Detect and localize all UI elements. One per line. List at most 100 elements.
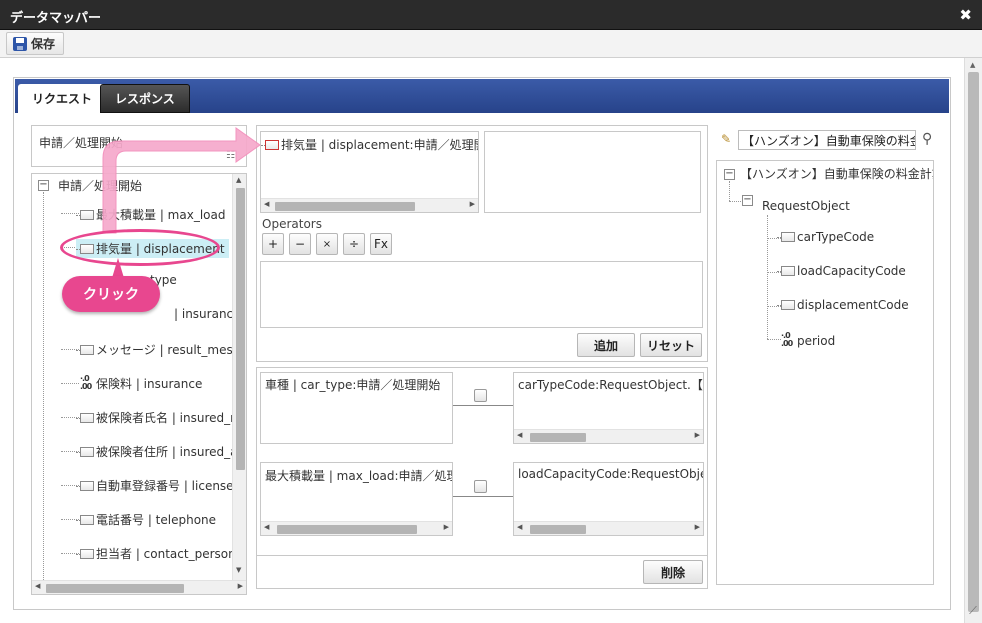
mapping-checkbox[interactable] (474, 480, 487, 493)
source-tree-vscroll[interactable]: ▲ ▼ (232, 174, 246, 580)
mapping-target-hscroll-thumb[interactable] (530, 525, 586, 534)
target-search-input[interactable]: 【ハンズオン】自動車保険の料金計 (738, 130, 916, 150)
tree-line (767, 238, 781, 239)
scroll-right-arrow-icon[interactable]: ▶ (238, 582, 243, 590)
minus-operator-button[interactable]: − (289, 233, 311, 255)
scroll-left-arrow-icon[interactable]: ◀ (517, 431, 522, 439)
pencil-icon[interactable]: ✎ (721, 132, 731, 146)
main-scrollbar-thumb[interactable] (968, 72, 979, 612)
mapping-source-hscroll[interactable]: ◀ ▶ (261, 521, 452, 535)
expression-box[interactable]: 排気量 | displacement:申請／処理開始 ◀ ▶ (260, 131, 479, 213)
tree-line (767, 215, 768, 339)
tab-request[interactable]: リクエスト (18, 84, 107, 113)
scroll-up-arrow-icon[interactable]: ▲ (236, 176, 241, 184)
mapping-source[interactable]: 車種 | car_type:申請／処理開始 (260, 372, 453, 444)
window-titlebar: データマッパー ✖ (0, 0, 982, 30)
target-tree-root[interactable]: 【ハンズオン】自動車保険の料金計算 (740, 165, 933, 182)
formula-textarea[interactable] (260, 261, 703, 328)
reset-button[interactable]: リセット (640, 333, 702, 357)
scroll-left-arrow-icon[interactable]: ◀ (35, 582, 40, 590)
source-item[interactable]: メッセージ | result_message (76, 341, 246, 358)
tree-line (729, 201, 743, 202)
target-item[interactable]: loadCapacityCode (777, 264, 906, 278)
source-item[interactable]: 自動車登録番号 | license_ (76, 477, 240, 494)
add-button[interactable]: 追加 (577, 333, 635, 357)
field-icon (76, 481, 94, 491)
function-operator-button[interactable]: Fx (370, 233, 392, 255)
plus-operator-button[interactable]: + (262, 233, 284, 255)
operators-label: Operators (262, 217, 322, 231)
number-icon: ·.0.00 (80, 374, 92, 391)
scroll-right-arrow-icon[interactable]: ▶ (470, 200, 475, 208)
main-scrollbar[interactable]: ▲ (964, 58, 982, 623)
source-item[interactable]: 担当者 | contact_personname (76, 545, 246, 562)
save-button-label: 保存 (31, 37, 56, 51)
collapse-icon[interactable]: − (38, 180, 49, 191)
scroll-right-arrow-icon[interactable]: ▶ (695, 431, 700, 439)
source-header: 申請／処理開始 (39, 136, 124, 150)
expression-target-box[interactable] (484, 131, 701, 213)
target-object[interactable]: RequestObject (762, 199, 850, 213)
source-item[interactable]: 被保険者住所 | insured_address (76, 443, 246, 460)
field-icon (76, 515, 94, 525)
magnifier-icon[interactable]: ⚲ (922, 131, 932, 147)
scroll-right-arrow-icon[interactable]: ▶ (444, 523, 449, 531)
delete-button[interactable]: 削除 (643, 560, 703, 584)
tree-line (43, 192, 44, 582)
window-title: データマッパー (10, 11, 102, 26)
scroll-left-arrow-icon[interactable]: ◀ (517, 523, 522, 531)
multiply-operator-button[interactable]: × (316, 233, 338, 255)
tab-bar: リクエスト レスポンス (15, 79, 949, 113)
mapping-target-label: carTypeCode:RequestObject.【ハン (518, 378, 703, 392)
field-icon (261, 140, 279, 150)
tree-line (767, 306, 781, 307)
collapse-icon[interactable]: − (742, 195, 753, 206)
mapping-source[interactable]: 最大積載量 | max_load:申請／処理開 ◀ ▶ (260, 462, 453, 536)
close-icon[interactable]: ✖ (959, 6, 972, 24)
tab-response[interactable]: レスポンス (100, 84, 190, 113)
source-header-box[interactable]: 申請／処理開始 ☷ (31, 125, 247, 167)
source-tree-vscroll-thumb[interactable] (236, 188, 245, 470)
source-item[interactable]: ·.0.00 保険料 | insurance (80, 375, 202, 392)
scroll-left-arrow-icon[interactable]: ◀ (264, 200, 269, 208)
source-item[interactable]: 電話番号 | telephone (76, 511, 216, 528)
mapping-checkbox[interactable] (474, 389, 487, 402)
expression-item[interactable]: 排気量 | displacement:申請／処理開始 (261, 136, 478, 153)
floppy-disk-icon (13, 36, 27, 51)
field-icon (76, 549, 94, 559)
collapse-icon[interactable]: − (724, 169, 735, 180)
mapping-target-hscroll[interactable]: ◀ ▶ (514, 521, 703, 535)
mapping-target[interactable]: loadCapacityCode:RequestObject ◀ ▶ (513, 462, 704, 536)
toolbar: 保存 (0, 30, 982, 58)
callout-tail (112, 258, 124, 278)
resize-grip-icon[interactable]: ⟋ (964, 604, 982, 623)
source-item[interactable]: 被保険者氏名 | insured_name (76, 409, 246, 426)
target-tree: − 【ハンズオン】自動車保険の料金計算 − RequestObject carT… (716, 160, 934, 585)
mapping-source-hscroll-thumb[interactable] (277, 525, 417, 534)
mapping-target-hscroll-thumb[interactable] (530, 433, 586, 442)
source-tree-hscroll[interactable]: ◀ ▶ (32, 580, 246, 594)
scroll-left-arrow-icon[interactable]: ◀ (264, 523, 269, 531)
scroll-right-arrow-icon[interactable]: ▶ (695, 523, 700, 531)
divide-operator-button[interactable]: ÷ (343, 233, 365, 255)
source-item[interactable]: 最大積載量 | max_load (76, 206, 225, 223)
source-tree-root[interactable]: 申請／処理開始 (58, 177, 142, 194)
save-button[interactable]: 保存 (6, 32, 65, 55)
tree-line (61, 383, 79, 384)
mapping-target[interactable]: carTypeCode:RequestObject.【ハン ◀ ▶ (513, 372, 704, 444)
field-icon (76, 447, 94, 457)
mapping-connector (453, 496, 513, 497)
target-item[interactable]: displacementCode (777, 298, 909, 312)
target-item[interactable]: ·.0.00 period (781, 332, 835, 349)
scroll-up-arrow-icon[interactable]: ▲ (970, 61, 975, 69)
source-tree-hscroll-thumb[interactable] (46, 584, 184, 593)
target-item[interactable]: carTypeCode (777, 230, 874, 244)
expression-hscroll[interactable]: ◀ ▶ (261, 198, 478, 212)
scroll-down-arrow-icon[interactable]: ▼ (236, 566, 241, 574)
field-icon (76, 345, 94, 355)
mapping-target-hscroll[interactable]: ◀ ▶ (514, 429, 703, 443)
select-list-icon[interactable]: ☷ (226, 150, 235, 161)
expression-hscroll-thumb[interactable] (275, 202, 415, 211)
tree-line (767, 339, 781, 340)
mappings-divider (257, 555, 707, 556)
